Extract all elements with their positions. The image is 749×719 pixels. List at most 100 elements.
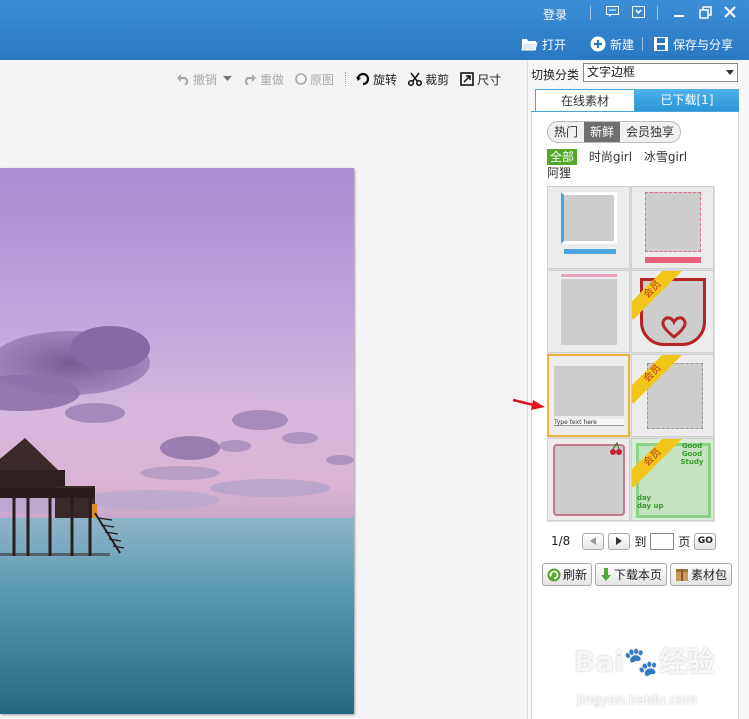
material-pack-label: 素材包 (691, 568, 728, 582)
redo-button[interactable]: 重做 (243, 71, 284, 88)
tag-fashion-girl[interactable]: 时尚girl (589, 149, 632, 165)
text-here-label: Type text here (554, 419, 624, 426)
menu-icon[interactable] (631, 5, 645, 19)
frame-bar (645, 257, 701, 263)
red-arrow-annotation (512, 398, 545, 410)
go-button[interactable]: GO (694, 532, 717, 550)
watermark-url: jingyan.baidu.com (577, 693, 697, 708)
filter-new[interactable]: 新鲜 (584, 122, 621, 142)
redo-icon (244, 74, 257, 85)
tag-ice-girl[interactable]: 冰雪girl (644, 149, 687, 165)
paw-icon: 🐾 (623, 645, 659, 678)
frame-thumbnail[interactable] (547, 270, 630, 353)
package-icon (676, 568, 689, 581)
heart-icon (661, 316, 687, 339)
download-page-label: 下载本页 (614, 568, 663, 582)
filter-segment: 热门 新鲜 会员独享 (547, 121, 682, 143)
save-icon (654, 37, 668, 51)
watermark-text2: 经验 (658, 645, 715, 678)
tag-ali[interactable]: 阿狸 (547, 165, 571, 181)
new-label: 新建 (610, 37, 635, 52)
crop-label: 裁剪 (425, 72, 450, 87)
open-button[interactable]: 打开 (521, 35, 566, 53)
title-divider (642, 37, 643, 51)
frame-thumbnail[interactable]: Good Good Study day day up 会员 (631, 438, 714, 521)
tab-downloaded[interactable]: 已下载[1] (635, 89, 739, 111)
login-link[interactable]: 登录 (543, 6, 567, 23)
toolbar-divider (345, 72, 347, 86)
cherry-icon (610, 442, 622, 455)
category-select[interactable]: 文字边框 (583, 63, 738, 82)
edit-toolbar: 撤销 重做 原图 旋转 裁剪 尺寸 (176, 70, 512, 88)
rotate-label: 旋转 (373, 72, 398, 87)
good-good-study-text: Good Good Study (680, 442, 704, 466)
tag-list: 全部 时尚girl 冰雪girl 阿狸 (547, 149, 727, 181)
chevron-left-icon (590, 537, 597, 545)
tag-all[interactable]: 全部 (547, 149, 578, 165)
frame-thumbnail[interactable]: 会员 (631, 354, 714, 437)
next-page-button[interactable] (608, 532, 631, 550)
canvas-area (0, 60, 528, 719)
original-label: 原图 (310, 72, 335, 87)
scissors-icon (408, 72, 423, 86)
edited-photo[interactable] (0, 168, 354, 714)
watermark-text: Bai (574, 645, 624, 678)
page-unit-label: 页 (678, 534, 691, 549)
frame-thumbnail[interactable]: 会员 (631, 270, 714, 353)
original-button[interactable]: 原图 (295, 71, 334, 88)
title-bar: 登录 打开 新建 保存与分享 (0, 0, 749, 60)
page-input[interactable] (650, 532, 675, 550)
size-label: 尺寸 (477, 72, 502, 87)
undo-button[interactable]: 撤销 (176, 71, 217, 88)
minimize-icon[interactable] (672, 5, 686, 19)
close-icon[interactable] (723, 5, 737, 19)
baidu-watermark: Bai🐾经验 (574, 640, 715, 680)
size-button[interactable]: 尺寸 (460, 71, 501, 88)
page-status: 1/8 (551, 534, 571, 548)
material-tabs: 在线素材 已下载[1] (531, 89, 739, 111)
rotate-icon (356, 72, 370, 86)
chevron-down-icon (726, 70, 734, 75)
refresh-icon (547, 568, 561, 581)
restore-icon[interactable] (698, 5, 712, 19)
category-label: 切换分类 (531, 68, 580, 82)
feedback-icon[interactable] (605, 5, 619, 19)
folder-icon (521, 39, 538, 51)
frame-thumbnail-selected[interactable]: Type text here (547, 354, 630, 437)
resize-icon (460, 72, 474, 86)
open-label: 打开 (542, 37, 567, 52)
pager: 1/8 到 页 GO (551, 532, 717, 550)
undo-dropdown[interactable] (223, 76, 233, 82)
title-divider (590, 6, 591, 20)
download-arrow-icon (601, 567, 612, 581)
refresh-label: 刷新 (563, 568, 588, 582)
sunset-sea-image (0, 168, 354, 714)
rotate-button[interactable]: 旋转 (356, 71, 397, 88)
plus-circle-icon (590, 36, 606, 52)
day-day-up-text: day day up (637, 494, 664, 510)
frame-bar (564, 249, 616, 254)
undo-icon (177, 74, 189, 85)
frame-thumbnail[interactable] (547, 438, 630, 521)
save-share-label: 保存与分享 (673, 37, 734, 52)
frame-thumbnail[interactable] (631, 186, 714, 269)
new-button[interactable]: 新建 (590, 35, 634, 53)
filter-member[interactable]: 会员独享 (620, 122, 680, 142)
goto-label: 到 (634, 534, 647, 549)
filter-hot[interactable]: 热门 (548, 122, 584, 142)
frame-thumbnail[interactable] (547, 186, 630, 269)
download-page-button[interactable]: 下载本页 (595, 563, 668, 586)
prev-page-button[interactable] (582, 532, 605, 550)
crop-button[interactable]: 裁剪 (408, 71, 449, 88)
category-value: 文字边框 (587, 65, 636, 79)
chevron-right-icon (616, 537, 623, 545)
save-share-button[interactable]: 保存与分享 (653, 35, 733, 53)
redo-label: 重做 (260, 72, 285, 87)
panel-actions: 刷新 下载本页 素材包 (542, 563, 733, 586)
frame-bar (561, 274, 617, 277)
tab-online-materials[interactable]: 在线素材 (535, 89, 635, 111)
material-grid: 会员 Type text here 会员 Good Good Study day… (547, 186, 715, 522)
title-divider (657, 6, 658, 20)
refresh-button[interactable]: 刷新 (542, 563, 593, 586)
material-pack-button[interactable]: 素材包 (670, 563, 733, 586)
